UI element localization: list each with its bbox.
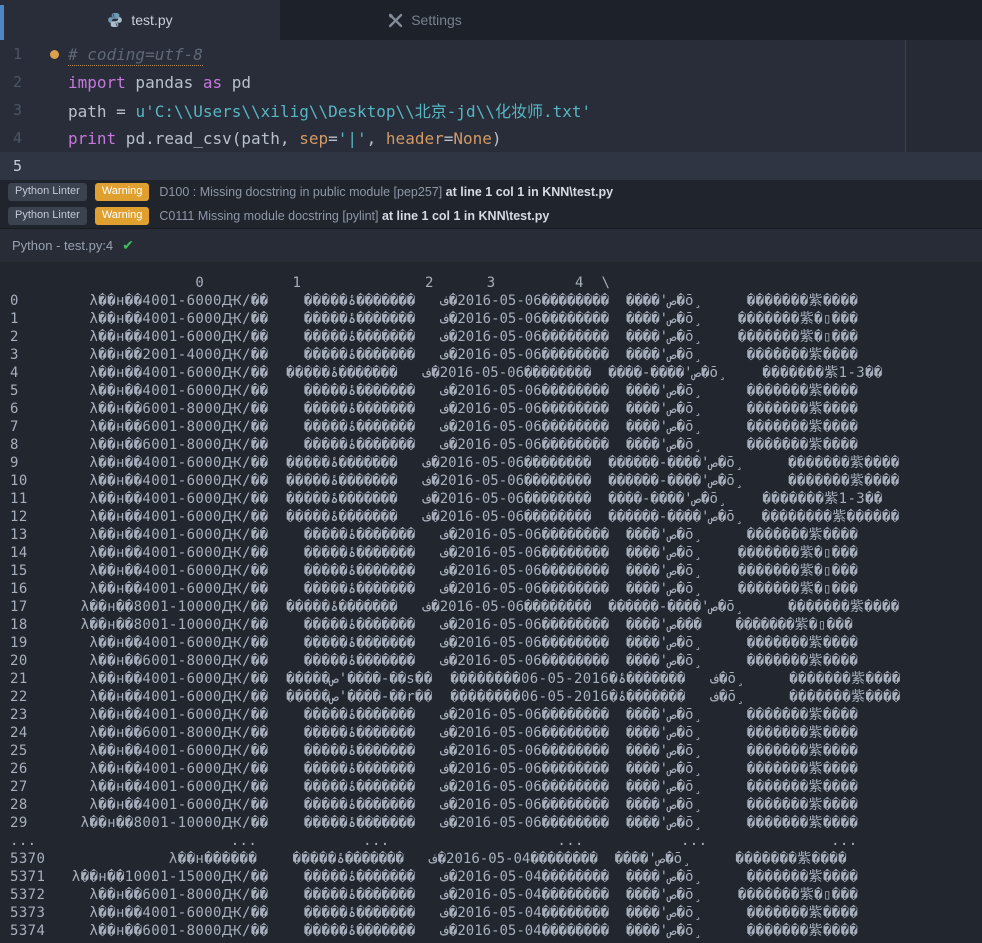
code-text: print pd.read_csv(path, sep='|', header=… bbox=[68, 129, 502, 148]
success-check-icon: ✔ bbox=[122, 237, 134, 253]
active-tab-accent bbox=[0, 5, 4, 40]
code-token: = bbox=[328, 128, 338, 148]
tools-icon bbox=[388, 13, 403, 28]
code-token: path = bbox=[68, 102, 136, 121]
code-token: as bbox=[202, 72, 223, 92]
line-number: 2 bbox=[12, 73, 22, 91]
dataframe-output: 0 1 2 3 4 \ 0 λ��н��4001-6000Ԫ/�� �����ص… bbox=[10, 275, 901, 939]
code-token: header bbox=[385, 128, 444, 148]
script-output-panel[interactable]: 0 1 2 3 4 \ 0 λ��н��4001-6000Ԫ/�� �����ص… bbox=[0, 262, 982, 943]
lint-location: at line 1 col 1 in KNN\test.py bbox=[381, 209, 550, 223]
code-token: sep bbox=[299, 128, 329, 148]
tab-bar: test.py Settings bbox=[0, 0, 982, 40]
line-number: 4 bbox=[12, 129, 22, 147]
tab-label-settings: Settings bbox=[411, 12, 462, 28]
code-token: u'C:\\Users\\xilig\\Desktop\\北京-jd\\化妆师.… bbox=[135, 102, 592, 121]
code-line-4[interactable]: 4 print pd.read_csv(path, sep='|', header… bbox=[0, 124, 982, 152]
code-token: , bbox=[366, 128, 386, 148]
lint-warning-dot-icon bbox=[50, 49, 59, 59]
lint-message: D100 : Missing docstring in public modul… bbox=[159, 185, 614, 199]
python-file-icon bbox=[107, 12, 123, 28]
code-text: import pandas as pd bbox=[68, 73, 251, 92]
code-token: ) bbox=[491, 128, 502, 148]
code-token: pandas bbox=[125, 72, 203, 92]
lint-message: C0111 Missing module docstring [pylint] … bbox=[159, 209, 550, 223]
linter-source-badge: Python Linter bbox=[8, 183, 87, 201]
code-token: pd.read_csv(path, bbox=[116, 128, 300, 148]
code-token: pd bbox=[222, 72, 252, 92]
editor-window: test.py Settings 1 # coding=utf-8 2 import … bbox=[0, 0, 982, 943]
lint-warning-0[interactable]: Python Linter Warning D100 : Missing docst… bbox=[0, 180, 982, 204]
code-token: import bbox=[68, 72, 126, 92]
code-line-1[interactable]: 1 # coding=utf-8 bbox=[0, 40, 982, 68]
tab-label-testpy: test.py bbox=[131, 12, 173, 28]
script-output-header: Python - test.py:4 ✔ bbox=[0, 228, 982, 262]
lint-location: at line 1 col 1 in KNN\test.py bbox=[445, 185, 614, 199]
run-status-label: Python - test.py:4 bbox=[12, 238, 114, 253]
gutter bbox=[22, 49, 68, 59]
tab-settings[interactable]: Settings bbox=[280, 0, 570, 40]
code-text: path = u'C:\\Users\\xilig\\Desktop\\北京-j… bbox=[68, 98, 591, 122]
line-number: 3 bbox=[12, 101, 22, 119]
code-token: None bbox=[453, 128, 492, 148]
code-token: print bbox=[68, 128, 117, 148]
lint-warning-1[interactable]: Python Linter Warning C0111 Missing module… bbox=[0, 204, 982, 228]
code-line-3[interactable]: 3 path = u'C:\\Users\\xilig\\Desktop\\北京-… bbox=[0, 96, 982, 124]
tab-testpy[interactable]: test.py bbox=[0, 0, 280, 40]
code-lines: 1 # coding=utf-8 2 import pandas as pd 3 path… bbox=[0, 40, 982, 180]
line-number: 1 bbox=[12, 45, 22, 63]
code-editor[interactable]: 1 # coding=utf-8 2 import pandas as pd 3 path… bbox=[0, 40, 982, 180]
code-line-2[interactable]: 2 import pandas as pd bbox=[0, 68, 982, 96]
code-token: '|' bbox=[337, 128, 367, 148]
code-token: # coding=utf-8 bbox=[68, 44, 203, 66]
linter-source-badge: Python Linter bbox=[8, 207, 87, 225]
warning-badge: Warning bbox=[94, 207, 150, 225]
code-line-5[interactable]: 5 bbox=[0, 152, 982, 180]
warning-badge: Warning bbox=[94, 183, 150, 201]
code-text: # coding=utf-8 bbox=[68, 44, 203, 66]
code-token: = bbox=[443, 128, 454, 148]
linter-panel: Python Linter Warning D100 : Missing docst… bbox=[0, 180, 982, 228]
line-number: 5 bbox=[12, 157, 22, 175]
